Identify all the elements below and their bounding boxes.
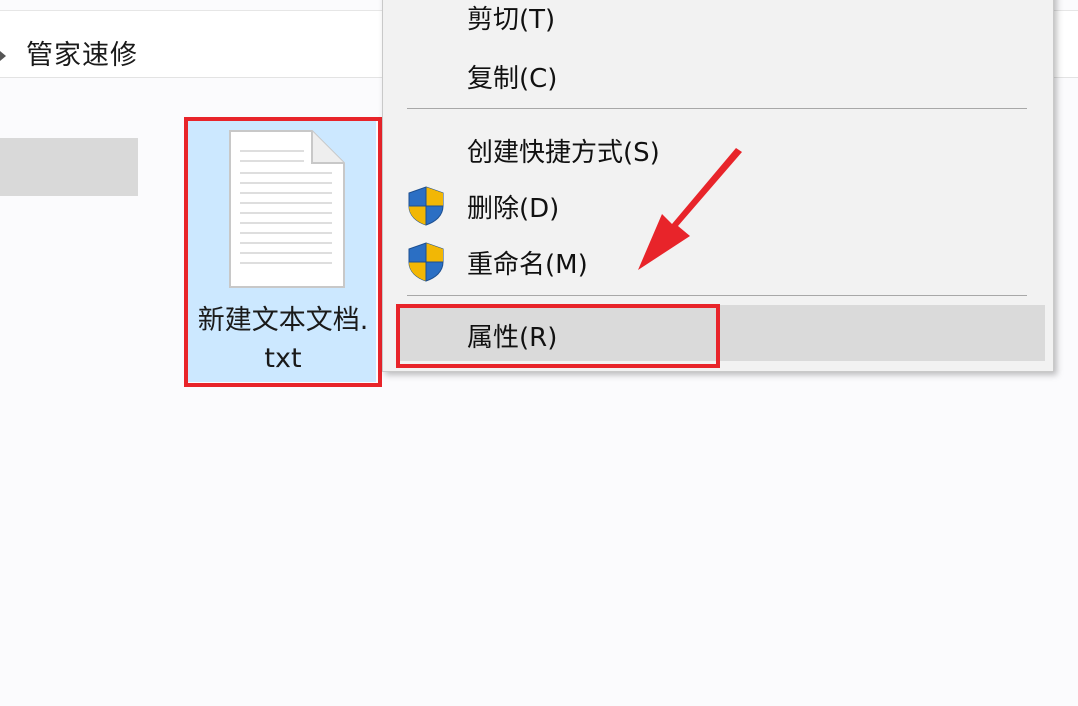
menu-item-label: 重命名(M) [467,250,588,280]
file-name-label[interactable]: 新建文本文档.txt [195,302,371,378]
menu-item-label: 复制(C) [467,64,558,94]
menu-item-label: 删除(D) [467,194,560,224]
nav-pane-selected-item[interactable] [0,138,138,196]
menu-item-label: 属性(R) [467,323,558,353]
menu-item-cut[interactable]: 剪切(T) [383,0,1053,43]
menu-item-label: 剪切(T) [467,5,556,35]
menu-separator [407,108,1027,109]
uac-shield-icon [408,242,444,282]
menu-item-properties[interactable]: 属性(R) [397,305,1045,361]
text-document-icon[interactable] [228,129,346,289]
menu-item-copy[interactable]: 复制(C) [383,48,1053,100]
explorer-window: 管家速修 新建文本文档.txt 剪切(T) 复制(C) 创建快捷方式(S) 删除… [0,0,1078,706]
menu-separator [407,295,1027,296]
chevron-right-icon[interactable] [0,51,6,61]
annotation-arrow-icon [638,148,742,270]
breadcrumb-item[interactable]: 管家速修 [26,33,138,72]
uac-shield-icon [408,186,444,226]
